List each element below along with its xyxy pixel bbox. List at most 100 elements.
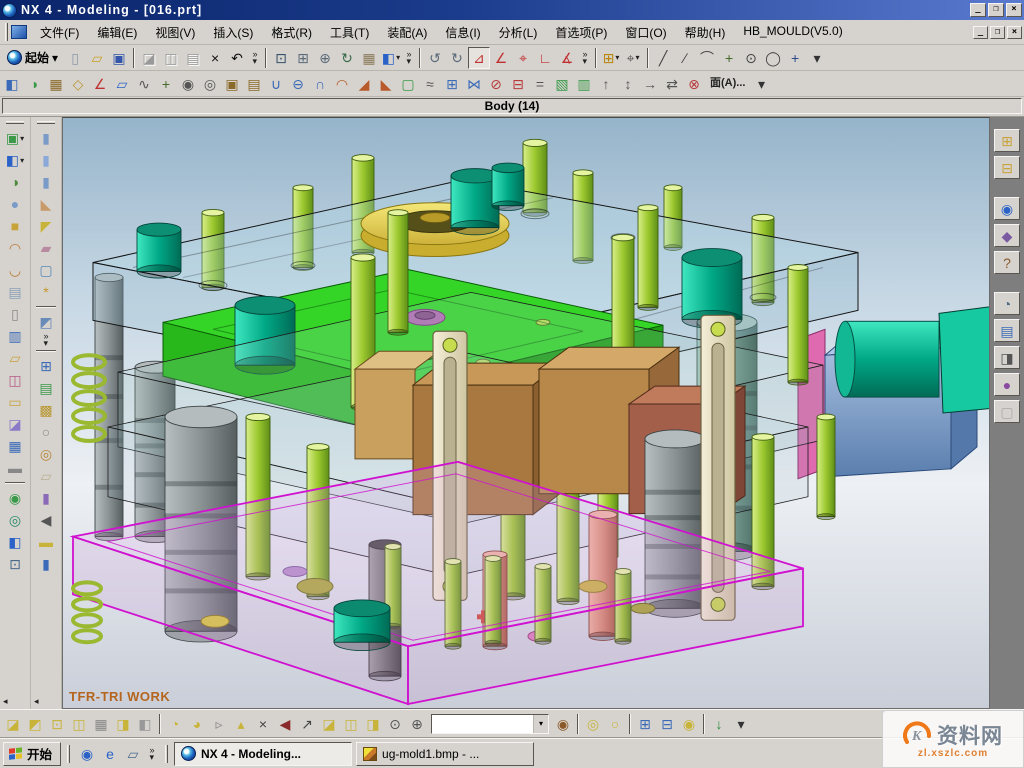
swept-button[interactable]: ◠ bbox=[3, 237, 27, 259]
doc-minimize-button[interactable]: _ bbox=[973, 26, 988, 39]
toolbar-overflow[interactable]: »▾ bbox=[578, 47, 592, 69]
web-browser-button[interactable]: ◉ bbox=[994, 197, 1020, 220]
start-menu-button[interactable]: 起始▾ bbox=[1, 47, 64, 69]
pocket-button[interactable]: ▣ bbox=[221, 73, 243, 95]
add-component-button[interactable]: ◪ bbox=[2, 713, 24, 735]
explode-assembly-button[interactable]: ◪ bbox=[318, 713, 340, 735]
substitute-component-button[interactable]: ▹ bbox=[208, 713, 230, 735]
block-button[interactable]: ▦ bbox=[45, 73, 67, 95]
csys-dynamics-button[interactable]: ⊿ bbox=[468, 47, 490, 69]
unite-quick-button[interactable]: ◉ bbox=[3, 487, 27, 509]
target-select-button[interactable]: ◎ bbox=[3, 509, 27, 531]
hole-button[interactable]: ◉ bbox=[177, 73, 199, 95]
menu-item-11[interactable]: 帮助(H) bbox=[676, 21, 735, 44]
reposition-component-button[interactable]: ▦ bbox=[90, 713, 112, 735]
csys-origin-button[interactable]: ⌖ bbox=[512, 47, 534, 69]
draft-button[interactable]: ◣ bbox=[375, 73, 397, 95]
point-spark-button[interactable]: * bbox=[34, 281, 58, 303]
save-button[interactable]: ▣ bbox=[108, 47, 130, 69]
replace-component-button[interactable]: ◨ bbox=[112, 713, 134, 735]
rail-scroll-arrow[interactable]: ◂ bbox=[0, 696, 8, 707]
circle-square-button[interactable]: ⊡ bbox=[3, 553, 27, 575]
donut-button[interactable]: ◎ bbox=[34, 443, 58, 465]
move-component-button[interactable]: ◫ bbox=[68, 713, 90, 735]
interference-check-button[interactable]: ○ bbox=[604, 713, 626, 735]
wave-mode-button[interactable]: ⊟ bbox=[656, 713, 678, 735]
media-player-launcher-button[interactable]: ◉ bbox=[76, 743, 98, 765]
3d-model-canvas[interactable] bbox=[63, 118, 989, 708]
sketch-in-task-button[interactable]: ▣▾ bbox=[3, 127, 27, 149]
history-button[interactable]: ◔ bbox=[994, 292, 1020, 315]
menu-grip[interactable] bbox=[5, 23, 8, 41]
internet-explorer-launcher-button[interactable]: e bbox=[99, 743, 121, 765]
thread-button[interactable]: ≈ bbox=[419, 73, 441, 95]
menu-item-4[interactable]: 格式(R) bbox=[262, 21, 321, 44]
toolbar-overflow[interactable]: »▾ bbox=[39, 333, 53, 347]
new-parent-button[interactable]: ◕ bbox=[186, 713, 208, 735]
cylinder-tool-button[interactable]: ▮ bbox=[34, 127, 58, 149]
menu-item-9[interactable]: 首选项(P) bbox=[546, 21, 616, 44]
replace-face-button[interactable]: ⇄ bbox=[661, 73, 683, 95]
minimize-button[interactable]: _ bbox=[970, 3, 986, 17]
face-menu-button[interactable]: 面(A)... bbox=[705, 73, 750, 95]
pad-button[interactable]: ▤ bbox=[243, 73, 265, 95]
tube-button[interactable]: ▯ bbox=[3, 303, 27, 325]
line-button[interactable]: ╱ bbox=[652, 47, 674, 69]
pencil-box-button[interactable]: ▭ bbox=[3, 391, 27, 413]
shell-button[interactable]: ▢ bbox=[397, 73, 419, 95]
arc-button[interactable]: ⌒ bbox=[696, 47, 718, 69]
wedge-button[interactable]: ◤ bbox=[34, 215, 58, 237]
menu-item-2[interactable]: 视图(V) bbox=[146, 21, 204, 44]
array-component-button[interactable]: ◧ bbox=[134, 713, 156, 735]
cylinder-tool-2-button[interactable]: ▮ bbox=[34, 149, 58, 171]
check-clearance-button[interactable]: ◎ bbox=[582, 713, 604, 735]
unite-button[interactable]: ∪ bbox=[265, 73, 287, 95]
drawer-button[interactable]: ▬ bbox=[3, 457, 27, 479]
cube-blue-button[interactable]: ◧ bbox=[3, 531, 27, 553]
ejector-pin[interactable] bbox=[788, 265, 808, 386]
card-button[interactable]: ▰ bbox=[34, 237, 58, 259]
quill-cap-2[interactable] bbox=[492, 163, 524, 210]
help-button[interactable]: ? bbox=[994, 251, 1020, 274]
rail-grip[interactable] bbox=[37, 121, 55, 124]
menu-item-10[interactable]: 窗口(O) bbox=[616, 21, 675, 44]
menu-item-8[interactable]: 分析(L) bbox=[490, 21, 547, 44]
folder-feature-button[interactable]: ▱ bbox=[3, 347, 27, 369]
point-button[interactable]: + bbox=[155, 73, 177, 95]
menu-item-12[interactable]: HB_MOULD(V5.0) bbox=[734, 21, 851, 44]
menu-item-0[interactable]: 文件(F) bbox=[31, 21, 88, 44]
gift-box-button[interactable]: ▩ bbox=[34, 399, 58, 421]
restore-button[interactable]: ❐ bbox=[988, 3, 1004, 17]
task-button-nx[interactable]: NX 4 - Modeling... bbox=[174, 742, 352, 766]
bottom-more-button[interactable]: ▾ bbox=[730, 713, 752, 735]
edge-blend-button[interactable]: ◠ bbox=[331, 73, 353, 95]
ejector-pin[interactable] bbox=[817, 414, 835, 520]
patch-button[interactable]: ▧ bbox=[551, 73, 573, 95]
blue-cylinder-button[interactable]: ▮ bbox=[34, 553, 58, 575]
copy-button[interactable]: ◫ bbox=[160, 47, 182, 69]
revolve-tool-button[interactable]: ◑ bbox=[3, 171, 27, 193]
datum-csys-button[interactable]: ∠ bbox=[89, 73, 111, 95]
blank-tab-button[interactable]: ▢ bbox=[994, 400, 1020, 423]
selection-filter-button[interactable]: ⊞▾ bbox=[600, 47, 622, 69]
cut-button[interactable]: ◪ bbox=[138, 47, 160, 69]
revolve-button[interactable]: ◑ bbox=[23, 73, 45, 95]
variational-sweep-button[interactable]: ◡ bbox=[3, 259, 27, 281]
menu-item-6[interactable]: 装配(A) bbox=[378, 21, 436, 44]
datum-plane-button[interactable]: ◇ bbox=[67, 73, 89, 95]
rotate-view-y-button[interactable]: ↻ bbox=[446, 47, 468, 69]
split-body-button[interactable]: ⊟ bbox=[507, 73, 529, 95]
clip-feature-button[interactable]: ◫ bbox=[3, 369, 27, 391]
combo-dropdown-icon[interactable]: ▾ bbox=[533, 715, 548, 733]
show-desktop-button[interactable]: ▱ bbox=[122, 743, 144, 765]
bottom-bushing[interactable] bbox=[334, 600, 390, 651]
fit-view-button[interactable]: ⊡ bbox=[270, 47, 292, 69]
cabinet-button[interactable]: ▦ bbox=[3, 435, 27, 457]
point-set-button[interactable]: + bbox=[718, 47, 740, 69]
subtract-button[interactable]: ⊖ bbox=[287, 73, 309, 95]
task-button-acdsee[interactable]: ug-mold1.bmp - ... bbox=[356, 742, 534, 766]
extrude-button[interactable]: ◧ bbox=[1, 73, 23, 95]
palettes-button[interactable]: ◆ bbox=[994, 224, 1020, 247]
assembly-sequence-button[interactable]: ↗ bbox=[296, 713, 318, 735]
row2-more-button[interactable]: ▾ bbox=[750, 73, 772, 95]
